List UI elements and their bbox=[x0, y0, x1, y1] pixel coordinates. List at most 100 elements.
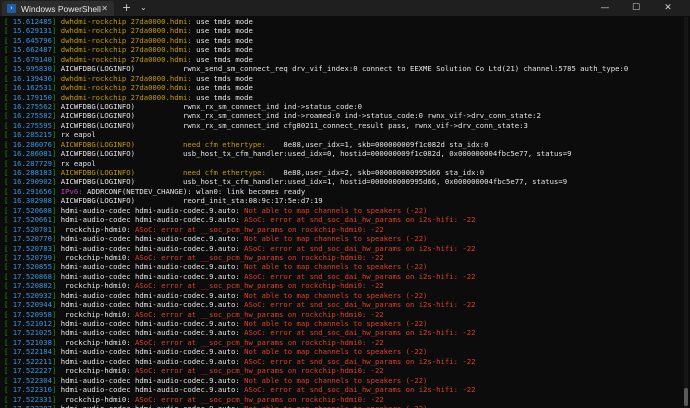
tab-close-icon[interactable]: ✕ bbox=[101, 1, 108, 16]
console-line: [ 16.285215] rx eapol bbox=[4, 130, 680, 139]
timestamp: 16.288183 bbox=[8, 168, 53, 177]
log-message: dwhdmi-rockchip 27da0000.hdmi: bbox=[60, 73, 192, 83]
timestamp: 17.522387 bbox=[8, 404, 52, 408]
timestamp: 16.287729 bbox=[8, 158, 53, 168]
console-line: [ 16.286081] AICWFDBG(LOGINFO) usb_host_… bbox=[4, 149, 680, 158]
log-message: IPv6: bbox=[60, 186, 87, 196]
log-message: Not able to map channels to speakers (-2… bbox=[244, 262, 428, 272]
bracket-close: ] bbox=[52, 356, 61, 366]
log-message: dwhdmi-rockchip 27da0000.hdmi: bbox=[60, 83, 192, 93]
log-message: AICWFDBG(LOGINFO) need cfm ethertype: bbox=[60, 168, 266, 177]
log-message: rockchip-hdmi0: bbox=[60, 366, 135, 376]
timestamp: 16.286076 bbox=[8, 139, 53, 149]
timestamp: 17.521025 bbox=[8, 328, 53, 338]
timestamp: 17.522304 bbox=[8, 375, 53, 385]
bracket-close: ] bbox=[52, 385, 61, 395]
timestamp: 16.286081 bbox=[8, 149, 53, 159]
timestamp: 16.275582 bbox=[8, 111, 53, 121]
bracket-close: ] bbox=[52, 17, 61, 26]
log-message: hdmi-audio-codec hdmi-audio-codec.9.auto… bbox=[60, 215, 245, 225]
log-message: AICWFDBG(LOGINFO) usb_host_tx_cfm_handle… bbox=[60, 149, 572, 159]
log-message: AICWFDBG(LOGINFO) need cfm ethertype: bbox=[60, 139, 266, 149]
log-message: dwhdmi-rockchip 27da0000.hdmi: bbox=[60, 45, 192, 55]
bracket-close: ] bbox=[52, 337, 61, 347]
minimize-button[interactable]: — bbox=[594, 0, 616, 16]
console-line: [ 17.520701] rockchip-hdmi0: ASoC: error… bbox=[4, 225, 680, 234]
timestamp: 17.520932 bbox=[8, 290, 53, 300]
console-line: [ 17.520868] hdmi-audio-codec hdmi-audio… bbox=[4, 272, 680, 281]
log-message: ASoC: error at __soc_pcm_hw_params on ro… bbox=[134, 224, 384, 234]
console-line: [ 17.520799] rockchip-hdmi0: ASoC: error… bbox=[4, 253, 680, 262]
timestamp: 15.995830 bbox=[8, 64, 53, 74]
bracket-close: ] bbox=[52, 158, 61, 168]
log-message: use tmds mode bbox=[191, 45, 253, 55]
bracket-close: ] bbox=[52, 262, 61, 272]
log-message: 8e88,user_idx=1, skb=000000009f1c082d st… bbox=[265, 139, 489, 149]
log-message: hdmi-audio-codec hdmi-audio-codec.9.auto… bbox=[60, 243, 245, 253]
timestamp: 15.662487 bbox=[8, 45, 53, 55]
log-message: hdmi-audio-codec hdmi-audio-codec.9.auto… bbox=[60, 319, 245, 328]
console-line: [ 16.302988] AICWFDBG(LOGINFO) reord_ini… bbox=[4, 196, 680, 205]
bracket-close: ] bbox=[52, 215, 61, 225]
bracket-close: ] bbox=[52, 319, 61, 328]
bracket-close: ] bbox=[52, 309, 61, 319]
console-line: [ 16.288183] AICWFDBG(LOGINFO) need cfm … bbox=[4, 168, 680, 177]
tab-title: Windows PowerShell bbox=[21, 3, 101, 14]
log-message: hdmi-audio-codec hdmi-audio-codec.9.auto… bbox=[60, 300, 245, 310]
tab-powershell[interactable]: › Windows PowerShell ✕ bbox=[2, 1, 114, 16]
log-message: ASoC: error at __soc_pcm_hw_params on ro… bbox=[134, 309, 384, 319]
close-button[interactable]: ✕ bbox=[657, 0, 679, 16]
timestamp: 17.521012 bbox=[8, 319, 53, 328]
console-line: [ 15.995830] AICWFDBG(LOGINFO) rwnx_send… bbox=[4, 64, 680, 73]
bracket-close: ] bbox=[52, 186, 61, 196]
log-message: use tmds mode bbox=[191, 26, 253, 36]
bracket-close: ] bbox=[52, 35, 61, 45]
log-message: AICWFDBG(LOGINFO) rwnx_rx_sm_connect_ind… bbox=[60, 111, 541, 121]
timestamp: 17.520958 bbox=[8, 309, 53, 319]
log-message: rx eapol bbox=[60, 158, 96, 168]
log-message: rockchip-hdmi0: bbox=[60, 309, 135, 319]
timestamp: 17.520783 bbox=[8, 243, 53, 253]
bracket-close: ] bbox=[52, 366, 61, 376]
powershell-icon: › bbox=[7, 4, 16, 13]
chevron-down-icon[interactable]: ⌄ bbox=[140, 0, 147, 16]
log-message: dwhdmi-rockchip 27da0000.hdmi: bbox=[60, 35, 192, 45]
log-message: Not able to map channels to speakers (-2… bbox=[244, 234, 428, 244]
log-message: dwhdmi-rockchip 27da0000.hdmi: bbox=[60, 17, 192, 26]
log-message: ASoC: error at snd_soc_dai_hw_params on … bbox=[244, 356, 476, 366]
console-line: [ 17.520661] hdmi-audio-codec hdmi-audio… bbox=[4, 215, 680, 224]
scrollbar-thumb[interactable] bbox=[684, 388, 688, 406]
powershell-window: › Windows PowerShell ✕ + ⌄ — ☐ ✕ [ 15.61… bbox=[0, 0, 690, 408]
log-message: Not able to map channels to speakers (-2… bbox=[244, 404, 427, 408]
timestamp: 16.290902 bbox=[8, 177, 53, 187]
maximize-button[interactable]: ☐ bbox=[625, 0, 647, 16]
timestamp: 16.302988 bbox=[8, 196, 53, 206]
scrollbar-track[interactable] bbox=[684, 17, 688, 408]
log-message: ASoC: error at __soc_pcm_hw_params on ro… bbox=[134, 366, 384, 376]
bracket-close: ] bbox=[52, 205, 61, 215]
log-message: hdmi-audio-codec hdmi-audio-codec.9.auto… bbox=[60, 347, 245, 357]
console-line: [ 17.520958] rockchip-hdmi0: ASoC: error… bbox=[4, 310, 680, 319]
log-message: use tmds mode bbox=[191, 83, 253, 93]
timestamp: 17.522211 bbox=[8, 356, 53, 366]
console-line: [ 16.275595] AICWFDBG(LOGINFO) rwnx_rx_s… bbox=[4, 121, 680, 130]
bracket-close: ] bbox=[52, 101, 61, 111]
console-line: [ 17.522184] hdmi-audio-codec hdmi-audio… bbox=[4, 347, 680, 356]
bracket-close: ] bbox=[52, 243, 61, 253]
timestamp: 16.139436 bbox=[8, 73, 53, 83]
timestamp: 15.645796 bbox=[8, 35, 53, 45]
bracket-close: ] bbox=[52, 130, 61, 140]
title-bar: › Windows PowerShell ✕ + ⌄ — ☐ ✕ bbox=[0, 0, 690, 16]
bracket-close: ] bbox=[52, 54, 61, 64]
log-message: rockchip-hdmi0: bbox=[60, 252, 135, 262]
console-output[interactable]: [ 15.612485] dwhdmi-rockchip 27da0000.hd… bbox=[4, 17, 680, 408]
bracket-close: ] bbox=[52, 394, 61, 404]
new-tab-button[interactable]: + bbox=[122, 0, 131, 16]
console-line: [ 16.291656] IPv6: ADDRCONF(NETDEV_CHANG… bbox=[4, 187, 680, 196]
console-line: [ 17.520608] hdmi-audio-codec hdmi-audio… bbox=[4, 206, 680, 215]
console-line: [ 17.520882] rockchip-hdmi0: ASoC: error… bbox=[4, 281, 680, 290]
log-message: ADDRCONF(NETDEV_CHANGE): wlan0: link bec… bbox=[86, 186, 306, 196]
log-message: Not able to map channels to speakers (-2… bbox=[244, 319, 428, 328]
console-line: [ 17.521038] rockchip-hdmi0: ASoC: error… bbox=[4, 338, 680, 347]
timestamp: 16.275595 bbox=[8, 120, 53, 130]
